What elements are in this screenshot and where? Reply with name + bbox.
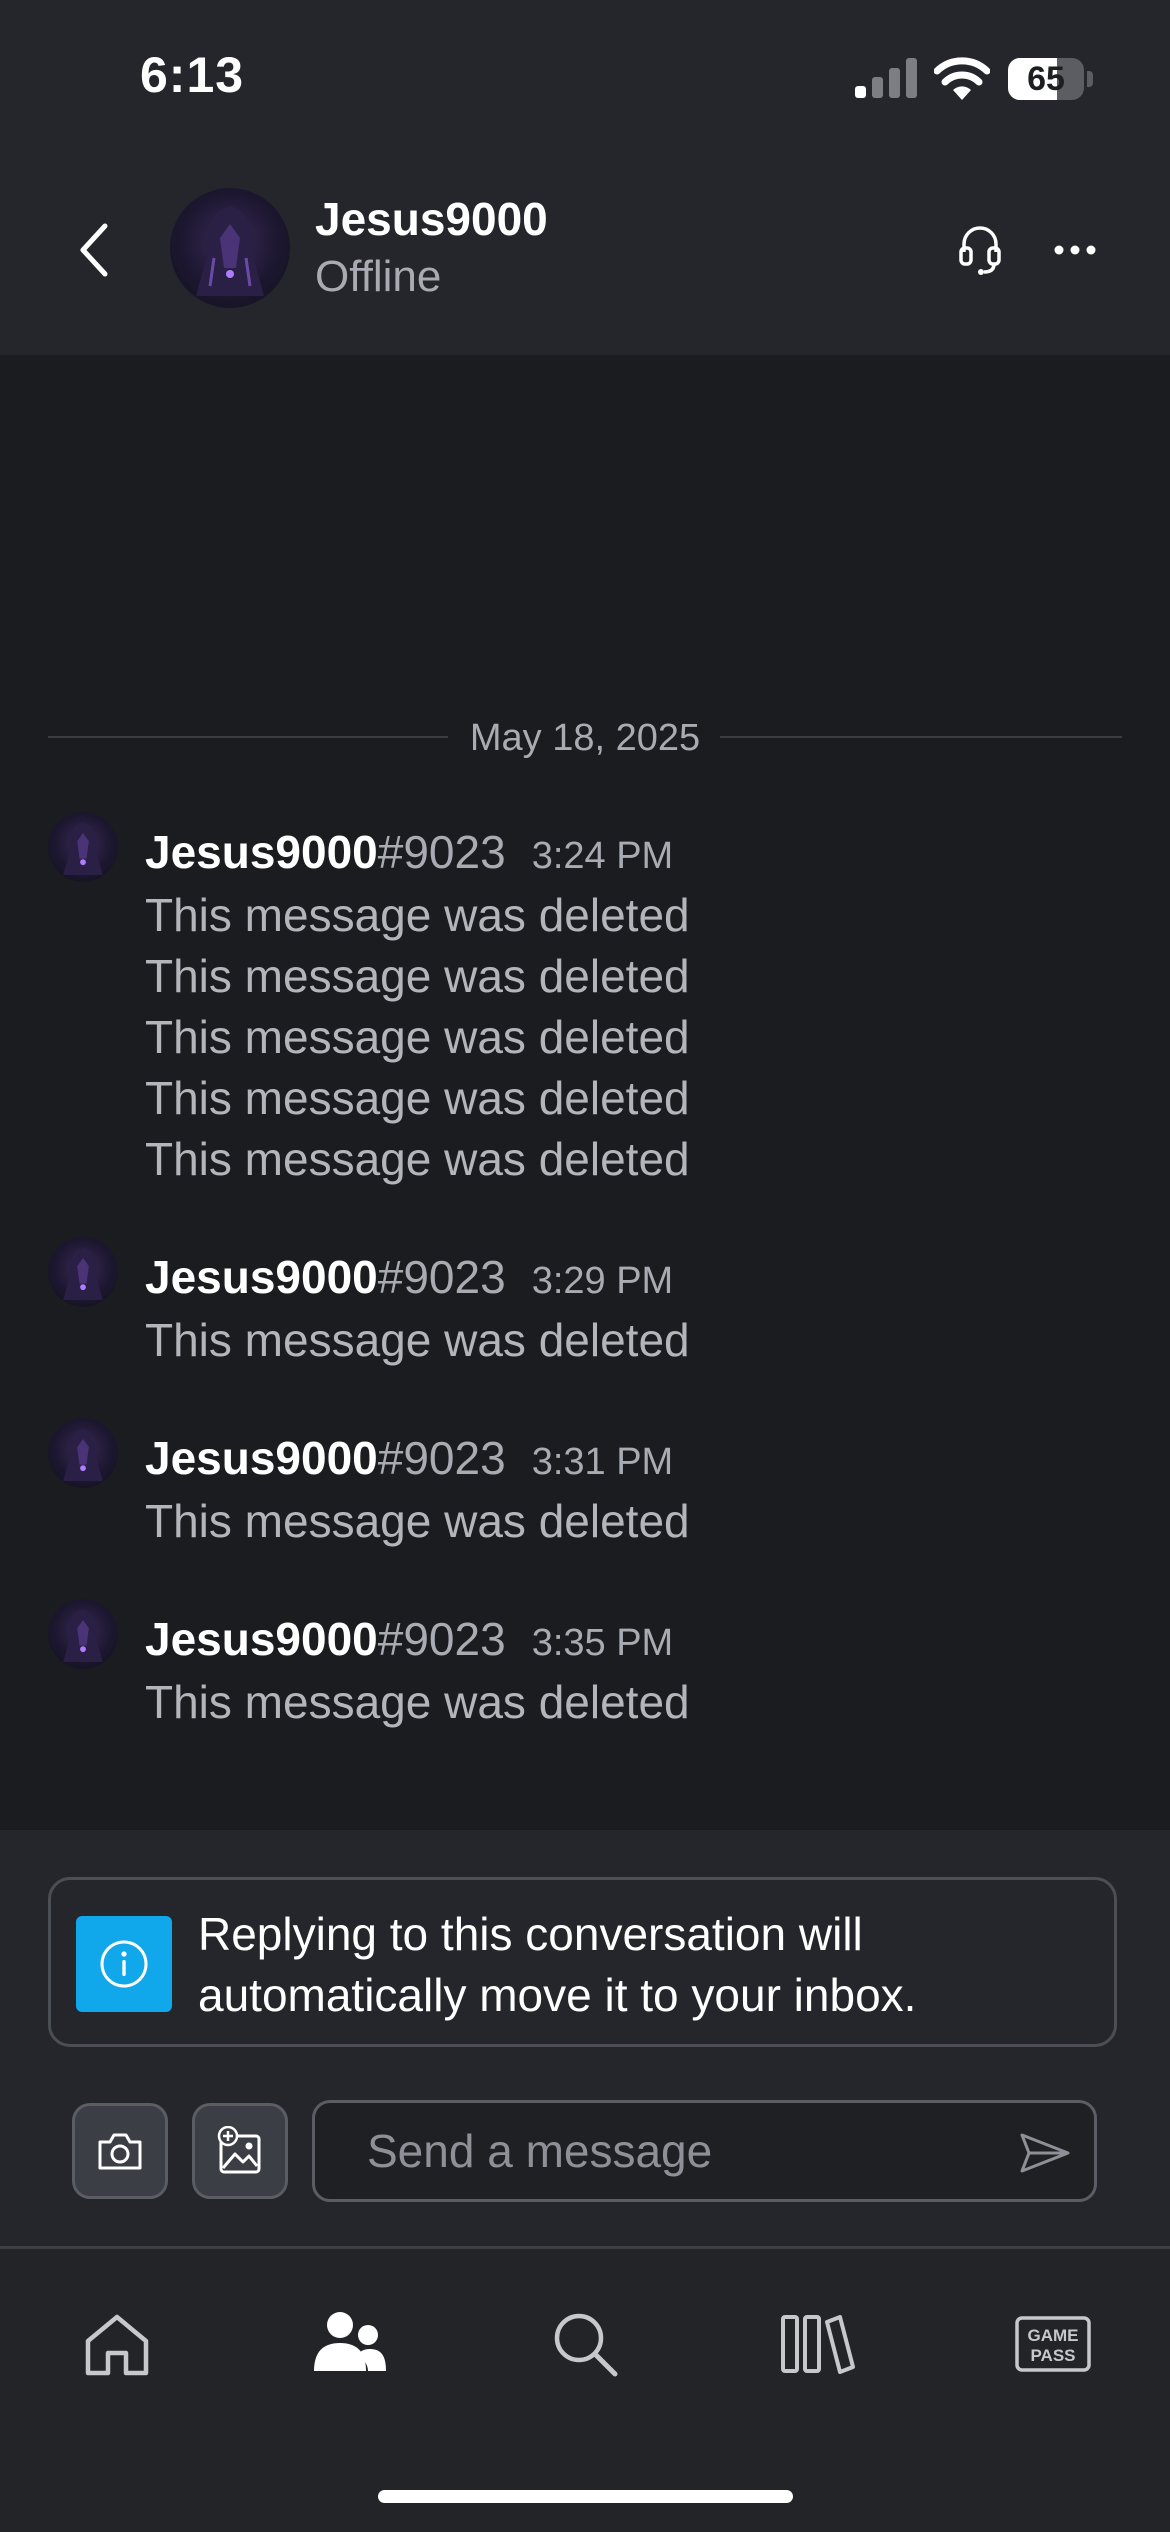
- message-avatar[interactable]: [48, 812, 118, 882]
- message-input[interactable]: [312, 2100, 1097, 2202]
- camera-button[interactable]: [72, 2103, 168, 2199]
- headset-icon: [959, 226, 1001, 275]
- game-pass-icon: GAME PASS: [1015, 2316, 1091, 2372]
- camera-icon: [98, 2133, 142, 2170]
- battery-percentage: 65: [1027, 60, 1065, 98]
- message-text[interactable]: This message was deleted: [145, 1672, 690, 1733]
- info-icon: [76, 1916, 172, 2012]
- bottom-tab-bar: GAME PASS: [0, 2249, 1170, 2532]
- sender-name[interactable]: Jesus9000: [145, 1432, 378, 1484]
- date-divider-line-right: [720, 736, 1122, 738]
- message-list[interactable]: May 18, 2025 Jesus9000#9023 3:24 PM This …: [0, 355, 1170, 1830]
- cellular-signal-icon: [855, 58, 917, 98]
- message-header: Jesus9000#9023 3:31 PM: [145, 1428, 673, 1488]
- status-bar: 6:13 65: [0, 0, 1170, 150]
- sender-tag: #9023: [377, 1432, 506, 1484]
- inbox-notice-banner: Replying to this conversation will autom…: [48, 1877, 1117, 2047]
- sender-tag: #9023: [377, 1251, 506, 1303]
- home-icon: [85, 2314, 149, 2376]
- message-text[interactable]: This message was deleted: [145, 1068, 690, 1129]
- wifi-icon: [934, 57, 990, 100]
- sender-name[interactable]: Jesus9000: [145, 826, 378, 878]
- search-icon: [554, 2313, 618, 2377]
- more-horizontal-icon: [1054, 245, 1096, 255]
- message-text[interactable]: This message was deleted: [145, 885, 690, 946]
- tab-library[interactable]: [763, 2289, 873, 2399]
- add-image-button[interactable]: [192, 2103, 288, 2199]
- message-timestamp: 3:35 PM: [531, 1622, 674, 1664]
- inbox-notice-line: automatically move it to your inbox.: [198, 1969, 917, 2021]
- start-party-button[interactable]: [945, 215, 1015, 285]
- conversation-header: Jesus9000 Offline: [0, 150, 1170, 355]
- tab-game-pass[interactable]: GAME PASS: [998, 2289, 1108, 2399]
- message-header: Jesus9000#9023 3:35 PM: [145, 1609, 673, 1669]
- battery-icon: 65: [1008, 58, 1094, 100]
- contact-name: Jesus9000: [315, 193, 548, 245]
- contact-status: Offline: [315, 252, 442, 301]
- composer-area: Replying to this conversation will autom…: [0, 1830, 1170, 2248]
- message-header: Jesus9000#9023 3:24 PM: [145, 822, 673, 882]
- back-button[interactable]: [60, 215, 130, 285]
- tab-search[interactable]: [530, 2289, 640, 2399]
- game-pass-text: PASS: [1030, 2346, 1075, 2365]
- inbox-notice-line: Replying to this conversation will: [198, 1908, 863, 1960]
- message-text[interactable]: This message was deleted: [145, 1007, 690, 1068]
- library-icon: [781, 2315, 855, 2374]
- tab-home[interactable]: [62, 2289, 172, 2399]
- inbox-notice-text: Replying to this conversation will autom…: [198, 1904, 1098, 2026]
- chevron-left-icon: [80, 223, 108, 277]
- message-timestamp: 3:31 PM: [531, 1441, 674, 1483]
- date-divider-line-left: [48, 736, 448, 738]
- contact-avatar-image: [196, 206, 264, 296]
- date-divider: May 18, 2025: [469, 717, 701, 759]
- tab-friends[interactable]: [295, 2289, 405, 2399]
- message-text[interactable]: This message was deleted: [145, 1129, 690, 1190]
- sender-name[interactable]: Jesus9000: [145, 1251, 378, 1303]
- message-timestamp: 3:24 PM: [531, 835, 674, 877]
- contact-avatar[interactable]: [170, 188, 290, 308]
- more-options-button[interactable]: [1040, 215, 1110, 285]
- sender-name[interactable]: Jesus9000: [145, 1613, 378, 1665]
- sender-tag: #9023: [377, 826, 506, 878]
- game-pass-text: GAME: [1028, 2326, 1079, 2345]
- message-header: Jesus9000#9023 3:29 PM: [145, 1247, 673, 1307]
- send-icon: [1020, 2133, 1070, 2173]
- message-text[interactable]: This message was deleted: [145, 1491, 690, 1552]
- message-avatar[interactable]: [48, 1599, 118, 1669]
- send-button[interactable]: [1010, 2118, 1080, 2188]
- friends-icon: [314, 2312, 386, 2371]
- sender-tag: #9023: [377, 1613, 506, 1665]
- home-indicator[interactable]: [378, 2490, 793, 2503]
- status-time: 6:13: [140, 47, 245, 103]
- message-text[interactable]: This message was deleted: [145, 946, 690, 1007]
- message-timestamp: 3:29 PM: [531, 1260, 674, 1302]
- message-avatar[interactable]: [48, 1237, 118, 1307]
- add-image-icon: [217, 2126, 261, 2174]
- message-avatar[interactable]: [48, 1418, 118, 1488]
- message-text[interactable]: This message was deleted: [145, 1310, 690, 1371]
